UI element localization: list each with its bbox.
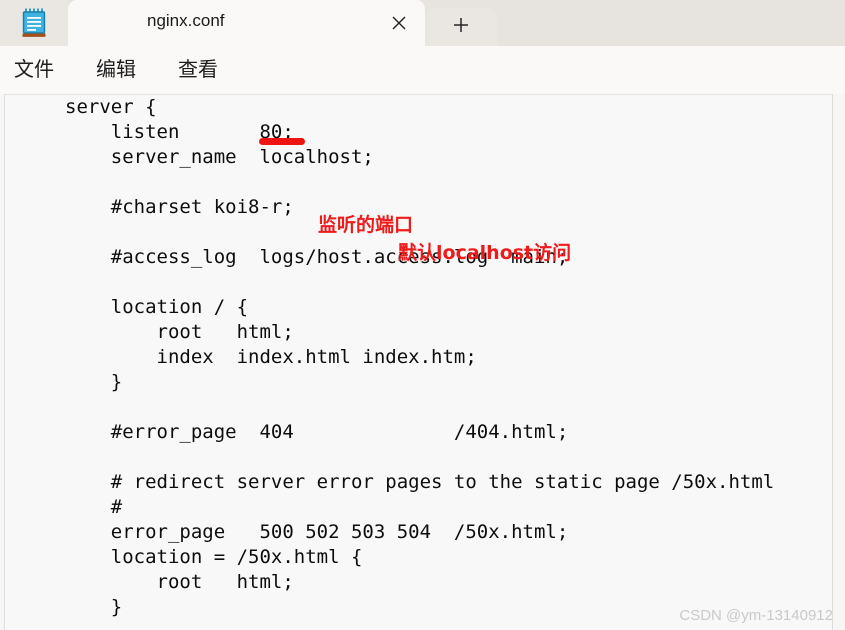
text-editor-area[interactable]: server { listen 80; server_name localhos… xyxy=(4,94,833,630)
code-line: server_name localhost; xyxy=(65,146,374,168)
code-line: root html; xyxy=(65,571,294,593)
close-icon[interactable] xyxy=(387,11,411,35)
code-line: # redirect server error pages to the sta… xyxy=(65,471,775,493)
code-line: # xyxy=(65,496,123,518)
annotation-default-localhost: 默认localhost访问 xyxy=(398,242,572,264)
code-line: root html; xyxy=(65,321,294,343)
code-line: } xyxy=(65,596,123,618)
code-line: location = /50x.html { xyxy=(65,546,363,568)
csdn-watermark: CSDN @ym-13140912 xyxy=(679,607,833,624)
plus-icon xyxy=(451,15,471,40)
menu-item-view[interactable]: 查看 xyxy=(178,60,218,80)
new-tab-button[interactable] xyxy=(425,8,497,46)
code-line: location / { xyxy=(65,296,249,318)
menu-bar: 文件 编辑 查看 xyxy=(0,46,845,94)
code-line: index index.html index.htm; xyxy=(65,346,477,368)
code-line: #charset koi8-r; xyxy=(65,196,294,218)
annotation-listening-port: 监听的端口 xyxy=(318,214,414,236)
code-line: error_page 500 502 503 504 /50x.html; xyxy=(65,521,569,543)
code-line: #error_page 404 /404.html; xyxy=(65,421,569,443)
code-line: } xyxy=(65,371,123,393)
tab-title: nginx.conf xyxy=(147,11,225,30)
notepad-icon xyxy=(21,8,47,38)
app-icon-slot xyxy=(0,0,68,46)
port-underline-annotation xyxy=(259,138,305,145)
tab-strip: nginx.conf xyxy=(0,0,845,46)
menu-item-edit[interactable]: 编辑 xyxy=(96,60,136,80)
tab-strip-empty-area xyxy=(497,8,845,46)
tab-nginx-conf[interactable]: nginx.conf xyxy=(68,0,425,46)
menu-item-file[interactable]: 文件 xyxy=(14,60,54,80)
code-line: server { xyxy=(65,96,157,118)
notepad-window: nginx.conf 文件 编辑 查看 server { listen 80; … xyxy=(0,0,845,630)
